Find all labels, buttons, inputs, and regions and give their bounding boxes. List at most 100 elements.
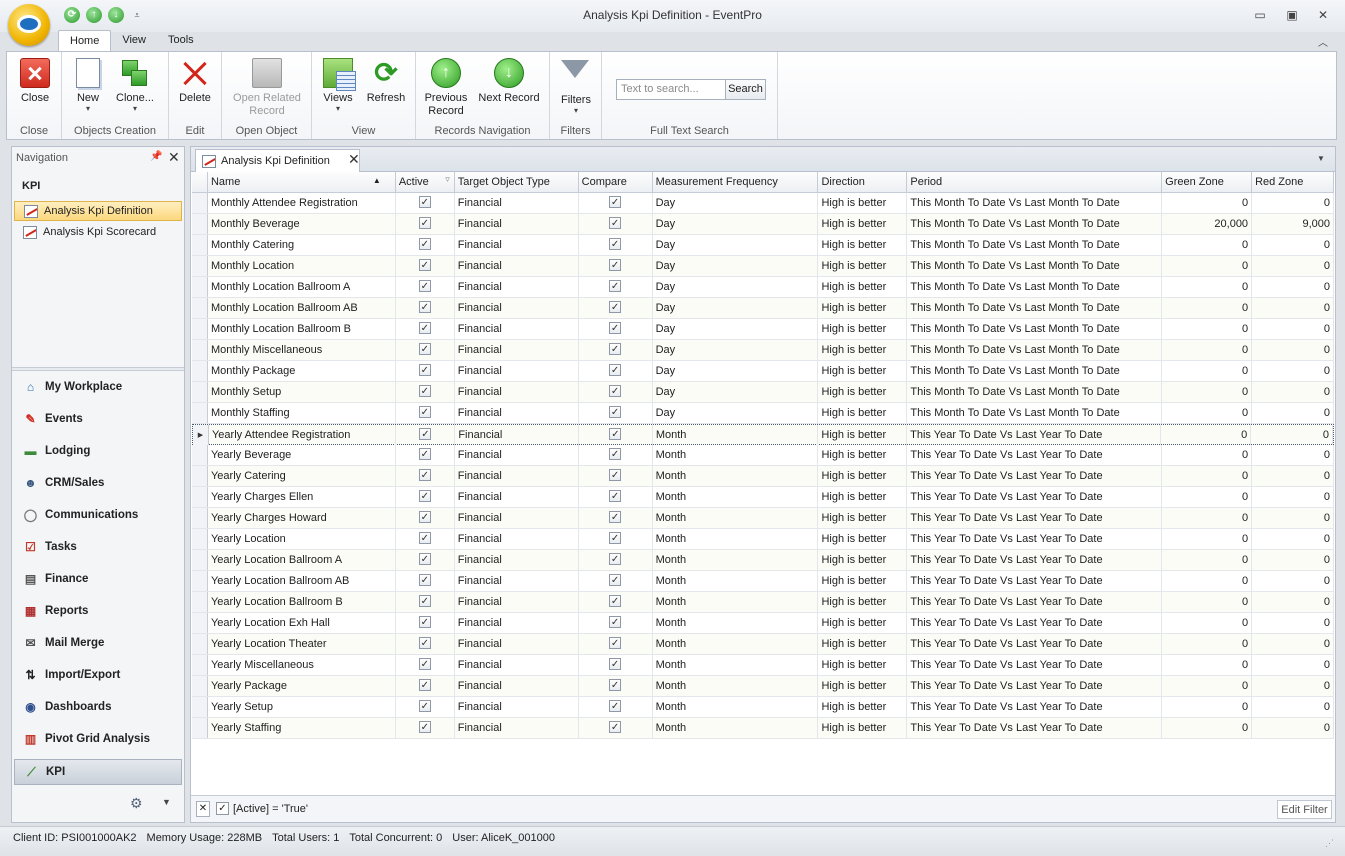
cell-green-zone[interactable]: 0 bbox=[1162, 613, 1253, 633]
cell-target-object-type[interactable]: Financial bbox=[455, 655, 579, 675]
checkbox-checked-icon[interactable]: ✓ bbox=[609, 574, 622, 586]
cell-measurement-frequency[interactable]: Day bbox=[653, 340, 819, 360]
close-tab-icon[interactable]: ✕ bbox=[348, 151, 360, 168]
cell-direction[interactable]: High is better bbox=[818, 256, 908, 276]
table-row[interactable]: Yearly Beverage ✓ Financial ✓ Month High is b… bbox=[192, 445, 1334, 466]
module-tasks[interactable]: ☑ Tasks bbox=[14, 535, 182, 561]
cell-compare-checkbox[interactable]: ✓ bbox=[579, 445, 653, 465]
cell-target-object-type[interactable]: Financial bbox=[455, 445, 579, 465]
cell-active-checkbox[interactable]: ✓ bbox=[396, 445, 455, 465]
cell-direction[interactable]: High is better bbox=[818, 487, 908, 507]
cell-green-zone[interactable]: 0 bbox=[1162, 403, 1253, 423]
cell-period[interactable]: This Year To Date Vs Last Year To Date bbox=[907, 529, 1163, 549]
cell-red-zone[interactable]: 0 bbox=[1252, 529, 1334, 549]
cell-green-zone[interactable]: 0 bbox=[1162, 256, 1253, 276]
checkbox-checked-icon[interactable]: ✓ bbox=[418, 196, 431, 208]
cell-measurement-frequency[interactable]: Month bbox=[653, 508, 819, 528]
cell-green-zone[interactable]: 0 bbox=[1162, 466, 1253, 486]
cell-measurement-frequency[interactable]: Month bbox=[653, 425, 819, 445]
cell-target-object-type[interactable]: Financial bbox=[455, 277, 579, 297]
cell-active-checkbox[interactable]: ✓ bbox=[396, 634, 455, 654]
cell-name[interactable]: Monthly Staffing bbox=[208, 403, 396, 423]
table-row[interactable]: Yearly Staffing ✓ Financial ✓ Month High is b… bbox=[192, 718, 1334, 739]
checkbox-checked-icon[interactable]: ✓ bbox=[418, 364, 431, 376]
minimize-button[interactable]: ▭ bbox=[1248, 6, 1272, 24]
row-indicator[interactable] bbox=[192, 571, 208, 591]
table-row[interactable]: Monthly Package ✓ Financial ✓ Day High is bet… bbox=[192, 361, 1334, 382]
cell-period[interactable]: This Year To Date Vs Last Year To Date bbox=[907, 634, 1163, 654]
cell-measurement-frequency[interactable]: Month bbox=[653, 529, 819, 549]
edit-filter-button[interactable]: Edit Filter bbox=[1277, 800, 1332, 819]
cell-direction[interactable]: High is better bbox=[818, 676, 908, 696]
row-indicator[interactable]: ▶ bbox=[193, 425, 209, 445]
close-navigation-icon[interactable]: ✕ bbox=[168, 149, 180, 166]
cell-target-object-type[interactable]: Financial bbox=[455, 634, 579, 654]
cell-name[interactable]: Yearly Package bbox=[208, 676, 396, 696]
cell-measurement-frequency[interactable]: Day bbox=[653, 256, 819, 276]
table-row[interactable]: Monthly Location Ballroom AB ✓ Financial ✓ D… bbox=[192, 298, 1334, 319]
module-finance[interactable]: ▤ Finance bbox=[14, 567, 182, 593]
checkbox-checked-icon[interactable]: ✓ bbox=[609, 721, 622, 733]
row-indicator[interactable] bbox=[192, 718, 208, 738]
cell-compare-checkbox[interactable]: ✓ bbox=[579, 466, 653, 486]
checkbox-checked-icon[interactable]: ✓ bbox=[609, 490, 622, 502]
cell-direction[interactable]: High is better bbox=[818, 550, 908, 570]
cell-green-zone[interactable]: 0 bbox=[1162, 592, 1253, 612]
cell-name[interactable]: Yearly Location Ballroom B bbox=[208, 592, 396, 612]
cell-target-object-type[interactable]: Financial bbox=[455, 193, 579, 213]
row-indicator[interactable] bbox=[192, 697, 208, 717]
cell-name[interactable]: Yearly Location Ballroom A bbox=[208, 550, 396, 570]
cell-target-object-type[interactable]: Financial bbox=[455, 298, 579, 318]
cell-green-zone[interactable]: 0 bbox=[1162, 319, 1253, 339]
cell-period[interactable]: This Month To Date Vs Last Month To Date bbox=[907, 403, 1163, 423]
checkbox-checked-icon[interactable]: ✓ bbox=[418, 595, 431, 607]
cell-active-checkbox[interactable]: ✓ bbox=[396, 466, 455, 486]
row-indicator[interactable] bbox=[192, 214, 208, 234]
table-row[interactable]: Monthly Location Ballroom A ✓ Financial ✓ Da… bbox=[192, 277, 1334, 298]
cell-target-object-type[interactable]: Financial bbox=[455, 340, 579, 360]
cell-active-checkbox[interactable]: ✓ bbox=[396, 298, 455, 318]
table-row[interactable]: Monthly Catering ✓ Financial ✓ Day High is be… bbox=[192, 235, 1334, 256]
cell-direction[interactable]: High is better bbox=[818, 193, 908, 213]
cell-period[interactable]: This Year To Date Vs Last Year To Date bbox=[907, 487, 1163, 507]
cell-direction[interactable]: High is better bbox=[818, 445, 908, 465]
chevron-down-icon[interactable]: ▼ bbox=[162, 797, 171, 807]
cell-green-zone[interactable]: 0 bbox=[1162, 277, 1253, 297]
cell-active-checkbox[interactable]: ✓ bbox=[396, 403, 455, 423]
checkbox-checked-icon[interactable]: ✓ bbox=[609, 679, 622, 691]
cell-direction[interactable]: High is better bbox=[818, 382, 908, 402]
cell-direction[interactable]: High is better bbox=[818, 403, 908, 423]
cell-name[interactable]: Yearly Attendee Registration bbox=[209, 425, 397, 445]
cell-compare-checkbox[interactable]: ✓ bbox=[579, 550, 653, 570]
cell-compare-checkbox[interactable]: ✓ bbox=[579, 508, 653, 528]
checkbox-checked-icon[interactable]: ✓ bbox=[609, 343, 622, 355]
cell-active-checkbox[interactable]: ✓ bbox=[396, 718, 455, 738]
cell-red-zone[interactable]: 0 bbox=[1252, 634, 1334, 654]
cell-measurement-frequency[interactable]: Month bbox=[653, 634, 819, 654]
cell-direction[interactable]: High is better bbox=[818, 613, 908, 633]
cell-period[interactable]: This Month To Date Vs Last Month To Date bbox=[907, 361, 1163, 381]
cell-measurement-frequency[interactable]: Day bbox=[653, 193, 819, 213]
cell-direction[interactable]: High is better bbox=[818, 592, 908, 612]
checkbox-checked-icon[interactable]: ✓ bbox=[609, 259, 622, 271]
cell-direction[interactable]: High is better bbox=[818, 634, 908, 654]
cell-name[interactable]: Yearly Location Theater bbox=[208, 634, 396, 654]
checkbox-checked-icon[interactable]: ✓ bbox=[418, 343, 431, 355]
cell-name[interactable]: Yearly Location bbox=[208, 529, 396, 549]
row-indicator[interactable] bbox=[192, 634, 208, 654]
checkbox-checked-icon[interactable]: ✓ bbox=[609, 469, 622, 481]
filters-button[interactable]: Filters ▾ bbox=[556, 58, 596, 115]
cell-name[interactable]: Monthly Miscellaneous bbox=[208, 340, 396, 360]
cell-period[interactable]: This Month To Date Vs Last Month To Date bbox=[907, 340, 1163, 360]
cell-target-object-type[interactable]: Financial bbox=[455, 256, 579, 276]
cell-active-checkbox[interactable]: ✓ bbox=[396, 487, 455, 507]
cell-compare-checkbox[interactable]: ✓ bbox=[579, 340, 653, 360]
cell-period[interactable]: This Month To Date Vs Last Month To Date bbox=[907, 256, 1163, 276]
cell-measurement-frequency[interactable]: Month bbox=[653, 571, 819, 591]
table-row[interactable]: Yearly Package ✓ Financial ✓ Month High is be… bbox=[192, 676, 1334, 697]
cell-period[interactable]: This Year To Date Vs Last Year To Date bbox=[907, 718, 1163, 738]
cell-compare-checkbox[interactable]: ✓ bbox=[579, 529, 653, 549]
navigation-splitter[interactable] bbox=[12, 367, 184, 371]
cell-target-object-type[interactable]: Financial bbox=[455, 487, 579, 507]
cell-compare-checkbox[interactable]: ✓ bbox=[579, 361, 653, 381]
